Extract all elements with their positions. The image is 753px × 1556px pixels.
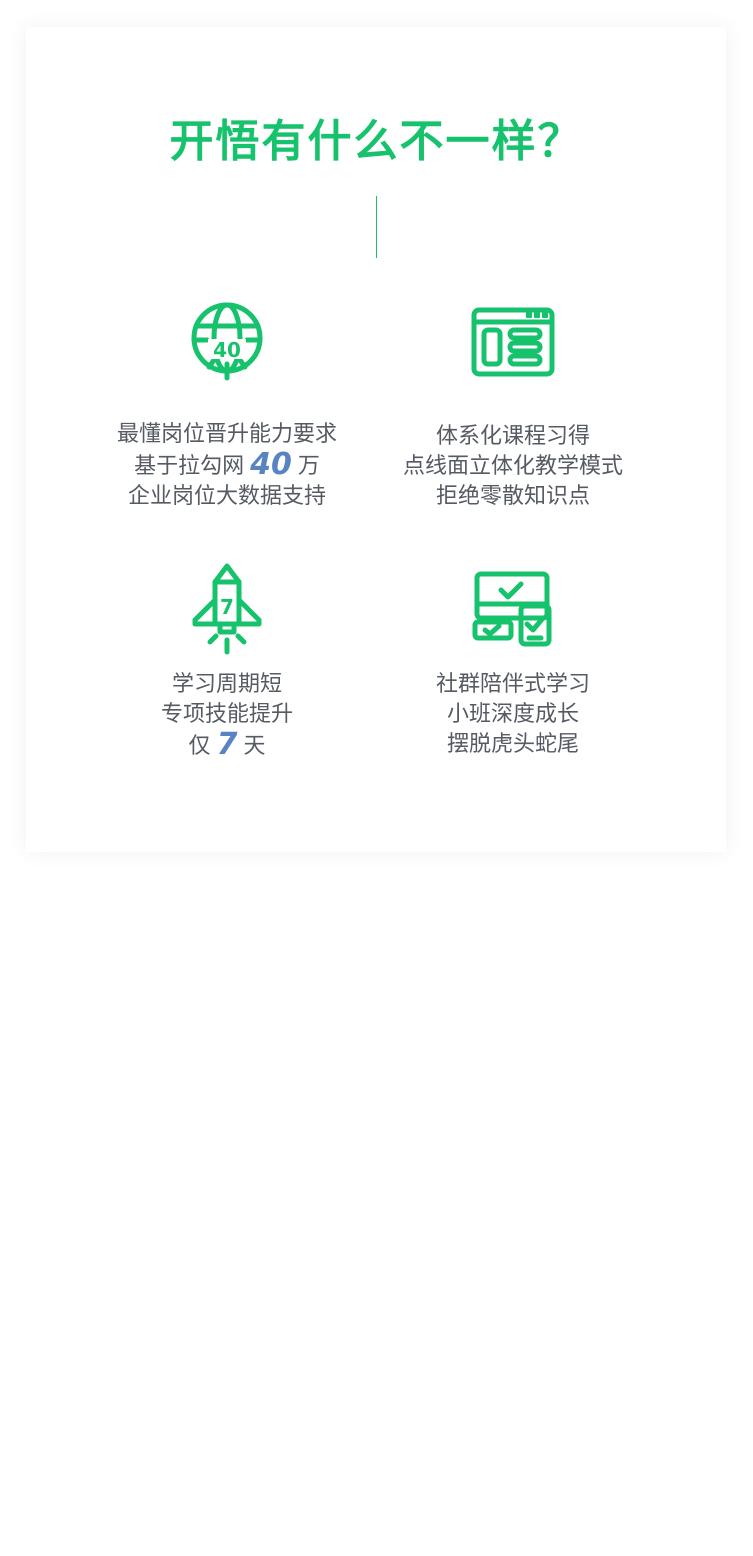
feature-line: 学习周期短 [171, 672, 282, 697]
feature-item-short-cycle: 7 学习周期短 专项技能提升 仅7天 [77, 562, 377, 760]
feature-line: 仅7天 [77, 730, 377, 762]
feature-line: 专项技能提升 [160, 702, 293, 727]
feature-line: 拒绝零散知识点 [435, 484, 590, 509]
feature-line: 企业岗位大数据支持 [127, 484, 326, 509]
feature-line: 体系化课程习得 [435, 424, 590, 449]
feature-line: 点线面立体化教学模式 [402, 454, 623, 479]
feature-item-community: 社群陪伴式学习 小班深度成长 摆脱虎头蛇尾 [363, 568, 663, 757]
feature-line: 小班深度成长 [446, 702, 579, 727]
feature-text: 仅 [188, 734, 211, 759]
feature-text: 基于拉勾网 [134, 454, 245, 479]
feature-item-job-skills: 40 最懂岗位晋升能力要求 基于拉勾网 40 万 企业岗位大数据支持 [77, 300, 377, 509]
highlight-number: 7 [216, 727, 238, 762]
highlight-number: 40 [250, 447, 292, 482]
svg-text:40: 40 [213, 338, 241, 362]
svg-text:7: 7 [220, 595, 234, 619]
feature-line: 摆脱虎头蛇尾 [446, 732, 579, 757]
course-window-icon [471, 307, 555, 377]
feature-line: 基于拉勾网 40 万 [77, 450, 377, 482]
globe-40-icon: 40 [191, 302, 263, 381]
feature-line: 最懂岗位晋升能力要求 [116, 422, 337, 447]
feature-line: 社群陪伴式学习 [435, 672, 590, 697]
multi-device-check-icon [472, 571, 552, 647]
title-divider [376, 196, 377, 258]
rocket-7-icon: 7 [192, 563, 262, 655]
page-title: 开悟有什么不一样？ [169, 116, 584, 167]
feature-text: 万 [297, 454, 320, 479]
feature-text: 天 [243, 734, 266, 759]
feature-item-systematic-course: 体系化课程习得 点线面立体化教学模式 拒绝零散知识点 [363, 300, 663, 509]
